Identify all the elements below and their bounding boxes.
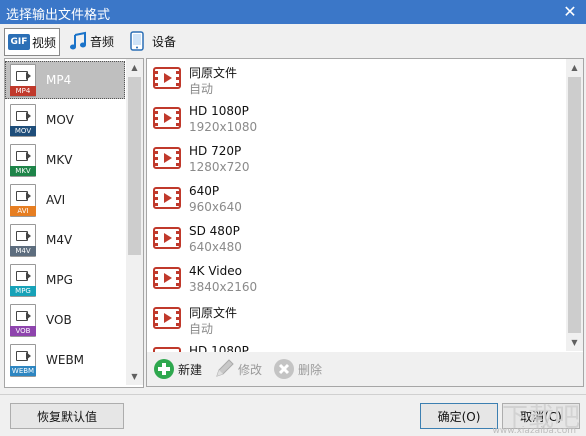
format-label: MKV [46, 153, 73, 167]
preset-toolbar: 新建 修改 删除 [146, 352, 584, 387]
format-label: MOV [46, 113, 74, 127]
preset-list[interactable]: 同原文件 自动 HD 1080P 1920x1080 HD 720P 1280x… [146, 58, 584, 354]
format-item-avi[interactable]: AVI AVI [5, 181, 125, 219]
scroll-down-arrow-icon[interactable]: ▼ [566, 334, 583, 351]
tab-device[interactable]: 设备 [130, 28, 176, 54]
scroll-up-arrow-icon[interactable]: ▲ [126, 59, 143, 76]
format-item-mov[interactable]: MOV MOV [5, 101, 125, 139]
preset-name: HD 720P [189, 144, 242, 158]
preset-name: 同原文件 [189, 306, 238, 320]
music-note-icon [70, 31, 86, 50]
preset-list-scrollbar[interactable]: ▲ ▼ [566, 59, 583, 351]
preset-resolution: 1280x720 [189, 160, 250, 174]
format-item-m4v[interactable]: M4V M4V [5, 221, 125, 259]
film-icon [153, 227, 181, 249]
format-item-mp4[interactable]: MP4 MP4 [5, 61, 125, 99]
vob-file-icon: VOB [10, 304, 36, 337]
footer-divider [0, 394, 586, 395]
preset-item[interactable]: HD 720P 1280x720 [147, 139, 562, 179]
delete-preset-label: 删除 [298, 362, 323, 377]
tab-video[interactable]: GIF 视频 [4, 28, 61, 56]
mp4-file-icon: MP4 [10, 64, 36, 97]
format-item-mpg[interactable]: MPG MPG [5, 261, 125, 299]
preset-item[interactable]: 640P 960x640 [147, 179, 562, 219]
category-tabs: GIF 视频 音频 设备 [0, 24, 586, 58]
preset-item[interactable]: HD 1080P 1920x1080 [147, 99, 562, 139]
pencil-icon [216, 359, 234, 377]
title-bar: 选择输出文件格式 ✕ [0, 0, 586, 24]
plus-icon [154, 359, 174, 379]
preset-name: 4K Video [189, 264, 242, 278]
close-button[interactable]: ✕ [560, 2, 580, 22]
film-icon [153, 267, 181, 289]
film-icon [153, 67, 181, 89]
format-list-scrollbar[interactable]: ▲ ▼ [126, 59, 143, 385]
gif-icon: GIF [8, 34, 30, 50]
format-label: MP4 [46, 73, 72, 87]
film-icon [153, 107, 181, 129]
new-preset-label: 新建 [178, 362, 203, 377]
delete-preset-button[interactable]: 删除 [273, 358, 322, 380]
window-title: 选择输出文件格式 [6, 8, 111, 23]
edit-preset-label: 修改 [238, 362, 263, 377]
ok-button[interactable]: 确定(O) [420, 403, 498, 429]
tab-video-label: 视频 [32, 35, 57, 50]
format-label: WEBM [46, 353, 85, 367]
preset-item[interactable]: 同原文件 自动 [147, 299, 562, 339]
format-item-mkv[interactable]: MKV MKV [5, 141, 125, 179]
format-label: MPG [46, 273, 73, 287]
preset-name: SD 480P [189, 224, 240, 238]
phone-icon [130, 31, 144, 51]
format-list[interactable]: MP4 MP4 MOV MOV MKV MKV AVI AVI M4V M4V [4, 58, 144, 388]
tab-audio-label: 音频 [90, 34, 115, 49]
scroll-down-arrow-icon[interactable]: ▼ [126, 368, 143, 385]
watermark-url: www.xiazaiba.com [492, 426, 576, 436]
new-preset-button[interactable]: 新建 [153, 358, 202, 380]
m4v-file-icon: M4V [10, 224, 36, 257]
avi-file-icon: AVI [10, 184, 36, 217]
preset-resolution: 3840x2160 [189, 280, 258, 294]
preset-resolution: 1920x1080 [189, 120, 258, 134]
preset-name: HD 1080P [189, 104, 249, 118]
preset-name: 同原文件 [189, 66, 238, 80]
preset-resolution: 自动 [189, 322, 214, 336]
preset-item[interactable]: SD 480P 640x480 [147, 219, 562, 259]
format-item-webm[interactable]: WEBM WEBM [5, 341, 125, 379]
mpg-file-icon: MPG [10, 264, 36, 297]
film-icon [153, 307, 181, 329]
restore-defaults-button[interactable]: 恢复默认值 [10, 403, 124, 429]
preset-item[interactable]: 4K Video 3840x2160 [147, 259, 562, 299]
preset-resolution: 640x480 [189, 240, 242, 254]
scroll-up-arrow-icon[interactable]: ▲ [566, 59, 583, 76]
preset-resolution: 自动 [189, 82, 214, 96]
format-label: M4V [46, 233, 73, 247]
format-label: AVI [46, 193, 66, 207]
format-label: VOB [46, 313, 72, 327]
scroll-thumb[interactable] [128, 77, 141, 255]
film-icon [153, 147, 181, 169]
delete-icon [274, 359, 294, 379]
preset-item[interactable]: 同原文件 自动 [147, 59, 562, 99]
mov-file-icon: MOV [10, 104, 36, 137]
format-item-vob[interactable]: VOB VOB [5, 301, 125, 339]
preset-resolution: 960x640 [189, 200, 242, 214]
scroll-thumb[interactable] [568, 77, 581, 333]
edit-preset-button[interactable]: 修改 [213, 358, 262, 380]
preset-name: 640P [189, 184, 220, 198]
tab-device-label: 设备 [152, 34, 177, 49]
film-icon [153, 187, 181, 209]
mkv-file-icon: MKV [10, 144, 36, 177]
tab-audio[interactable]: 音频 [68, 28, 114, 54]
webm-file-icon: WEBM [10, 344, 36, 377]
